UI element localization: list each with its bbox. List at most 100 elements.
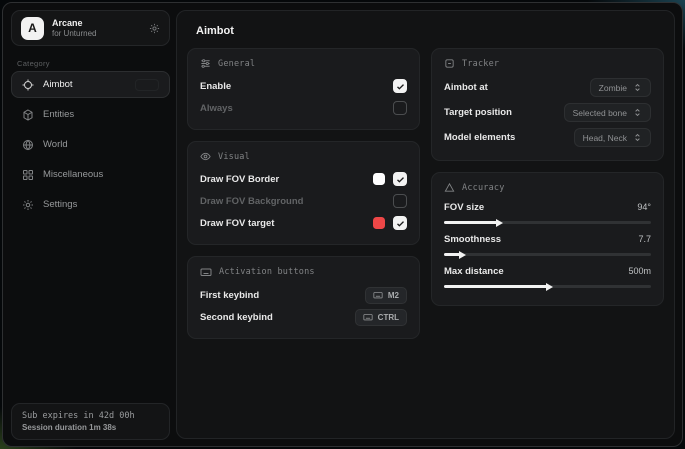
slider-value: 500m — [628, 266, 651, 276]
keyboard-icon — [373, 290, 383, 300]
setting-row-max-distance: Max distance 500m — [444, 263, 651, 291]
setting-label: Draw FOV target — [200, 218, 274, 229]
cube-icon — [22, 109, 34, 121]
setting-row-enable: Enable — [200, 75, 407, 97]
grid-icon — [22, 169, 34, 181]
sidebar-item-aimbot[interactable]: Aimbot — [11, 71, 170, 98]
app-name: Arcane — [52, 18, 141, 28]
keybind-value: CTRL — [378, 313, 399, 322]
sliders-icon — [200, 58, 211, 69]
main-panel: Aimbot General Enable — [176, 10, 675, 439]
sidebar-item-label: Entities — [43, 109, 74, 120]
crosshair-icon — [22, 79, 34, 91]
setting-label: First keybind — [200, 290, 259, 301]
always-checkbox[interactable] — [393, 101, 407, 115]
setting-row-always: Always — [200, 97, 407, 119]
select-value: Head, Neck — [583, 133, 627, 143]
slider-thumb[interactable] — [459, 251, 466, 259]
sidebar-item-miscellaneous[interactable]: Miscellaneous — [11, 161, 170, 188]
max-distance-slider[interactable] — [444, 281, 651, 291]
app-logo: A — [21, 17, 44, 40]
accuracy-card: Accuracy FOV size 94° — [431, 172, 664, 306]
setting-label: Max distance — [444, 266, 504, 277]
sidebar-nav: Aimbot Entities World Miscellaneous — [11, 71, 170, 218]
slider-thumb[interactable] — [496, 219, 503, 227]
color-swatch[interactable] — [373, 217, 385, 229]
fov-border-checkbox[interactable] — [393, 172, 407, 186]
setting-row-fov-border: Draw FOV Border — [200, 168, 407, 190]
visual-card: Visual Draw FOV Border Draw FOV Backgrou… — [187, 141, 420, 245]
session-duration-text: Session duration 1m 38s — [22, 423, 159, 432]
fov-size-slider[interactable] — [444, 217, 651, 227]
sidebar: A Arcane for Unturned Category Aimbot — [3, 3, 176, 446]
gear-icon[interactable] — [149, 23, 160, 34]
slider-value: 7.7 — [638, 234, 651, 244]
sidebar-item-settings[interactable]: Settings — [11, 191, 170, 218]
setting-label: Enable — [200, 81, 231, 92]
setting-row-target-position: Target position Selected bone — [444, 100, 651, 125]
setting-label: Model elements — [444, 132, 515, 143]
tracker-card: Tracker Aimbot at Zombie Target position — [431, 48, 664, 161]
card-title: Tracker — [462, 59, 499, 69]
category-label: Category — [17, 59, 50, 68]
keyboard-icon — [200, 266, 212, 278]
model-elements-select[interactable]: Head, Neck — [574, 128, 651, 147]
setting-row-aimbot-at: Aimbot at Zombie — [444, 75, 651, 100]
setting-label: Always — [200, 103, 233, 114]
target-position-select[interactable]: Selected bone — [564, 103, 651, 122]
keybind-value: M2 — [388, 291, 399, 300]
first-keybind-button[interactable]: M2 — [365, 287, 407, 304]
fov-background-checkbox[interactable] — [393, 194, 407, 208]
general-card: General Enable Always — [187, 48, 420, 130]
chevron-up-down-icon — [633, 83, 642, 92]
setting-label: Target position — [444, 107, 512, 118]
card-title: General — [218, 59, 255, 69]
setting-row-fov-size: FOV size 94° — [444, 199, 651, 227]
setting-label: Smoothness — [444, 234, 501, 245]
activation-card: Activation buttons First keybind M2 Seco… — [187, 256, 420, 339]
sidebar-item-label: Miscellaneous — [43, 169, 103, 180]
subscription-status-card: Sub expires in 42d 00h Session duration … — [11, 403, 170, 440]
slider-thumb[interactable] — [546, 283, 553, 291]
active-item-hint — [135, 79, 159, 91]
select-value: Selected bone — [573, 108, 627, 118]
setting-label: Aimbot at — [444, 82, 488, 93]
enable-checkbox[interactable] — [393, 79, 407, 93]
chevron-up-down-icon — [633, 133, 642, 142]
slider-value: 94° — [637, 202, 651, 212]
app-subtitle: for Unturned — [52, 29, 141, 38]
setting-row-smoothness: Smoothness 7.7 — [444, 231, 651, 259]
globe-icon — [22, 139, 34, 151]
setting-row-second-keybind: Second keybind CTRL — [200, 306, 407, 328]
sidebar-item-label: World — [43, 139, 68, 150]
sidebar-item-entities[interactable]: Entities — [11, 101, 170, 128]
app-window: A Arcane for Unturned Category Aimbot — [2, 2, 683, 447]
sidebar-item-label: Settings — [43, 199, 77, 210]
setting-row-fov-target: Draw FOV target — [200, 212, 407, 234]
second-keybind-button[interactable]: CTRL — [355, 309, 407, 326]
fov-target-checkbox[interactable] — [393, 216, 407, 230]
setting-label: FOV size — [444, 202, 484, 213]
triangle-icon — [444, 182, 455, 193]
sidebar-item-world[interactable]: World — [11, 131, 170, 158]
select-value: Zombie — [599, 83, 627, 93]
card-title: Accuracy — [462, 183, 505, 193]
setting-label: Second keybind — [200, 312, 273, 323]
page-title: Aimbot — [196, 25, 234, 37]
setting-label: Draw FOV Border — [200, 174, 279, 185]
gear-icon — [22, 199, 34, 211]
aimbot-at-select[interactable]: Zombie — [590, 78, 651, 97]
scan-icon — [444, 58, 455, 69]
setting-row-first-keybind: First keybind M2 — [200, 284, 407, 306]
keyboard-icon — [363, 312, 373, 322]
card-title: Activation buttons — [219, 267, 315, 277]
eye-icon — [200, 151, 211, 162]
smoothness-slider[interactable] — [444, 249, 651, 259]
color-swatch[interactable] — [373, 173, 385, 185]
setting-label: Draw FOV Background — [200, 196, 303, 207]
brand-card: A Arcane for Unturned — [11, 10, 170, 46]
setting-row-fov-background: Draw FOV Background — [200, 190, 407, 212]
chevron-up-down-icon — [633, 108, 642, 117]
card-title: Visual — [218, 152, 250, 162]
sub-expiry-text: Sub expires in 42d 00h — [22, 411, 159, 421]
